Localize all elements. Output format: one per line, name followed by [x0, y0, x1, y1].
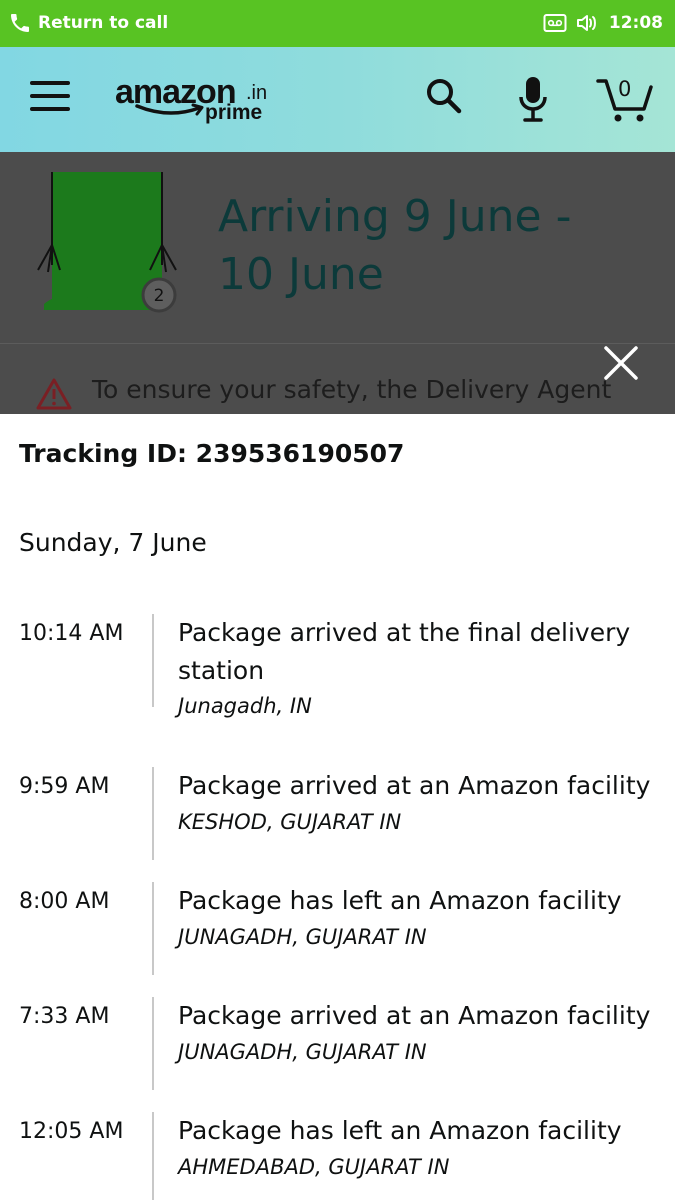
- event-time: 7:33 AM: [19, 1004, 110, 1029]
- clock: 12:08: [608, 13, 663, 33]
- tracking-event: 10:14 AM Package arrived at the final de…: [0, 614, 675, 718]
- quantity-value: 2: [154, 286, 165, 306]
- event-location: JUNAGADH, GUJARAT IN: [178, 925, 427, 949]
- status-icons: 12:08: [535, 8, 663, 38]
- event-location: AHMEDABAD, GUJARAT IN: [178, 1155, 450, 1179]
- tracking-event: 12:05 AM Package has left an Amazon faci…: [0, 1112, 675, 1200]
- return-to-call-label: Return to call: [38, 13, 169, 33]
- event-status: Package has left an Amazon facility: [178, 1116, 622, 1145]
- app-header: amazon .in prime 0: [0, 47, 675, 152]
- quantity-badge: 2: [141, 277, 177, 313]
- timeline-line: [152, 882, 154, 975]
- arriving-line-2: 10 June: [218, 249, 384, 300]
- cart-count: 0: [618, 77, 632, 101]
- status-bar: Return to call 12:08: [0, 0, 675, 47]
- phone-icon: [11, 14, 29, 32]
- safety-notice: To ensure your safety, the Delivery Agen…: [92, 375, 612, 404]
- return-to-call-button[interactable]: Return to call: [8, 8, 168, 38]
- amazon-prime-logo[interactable]: amazon .in prime: [115, 73, 275, 129]
- tracking-date: Sunday, 7 June: [19, 528, 207, 557]
- timeline-line: [152, 1112, 154, 1200]
- tracking-event: 8:00 AM Package has left an Amazon facil…: [0, 882, 675, 977]
- event-time: 8:00 AM: [19, 889, 110, 914]
- microphone-icon[interactable]: [517, 75, 549, 123]
- order-summary-overlay: Arriving 9 June - 10 June 2 To ensure yo…: [0, 152, 675, 414]
- timeline-line: [152, 767, 154, 860]
- tracking-id: Tracking ID: 239536190507: [19, 439, 405, 468]
- timeline-line: [152, 614, 154, 707]
- warning-icon: [36, 378, 72, 410]
- timeline-line: [152, 997, 154, 1090]
- tracking-details-sheet: Tracking ID: 239536190507 Sunday, 7 June…: [0, 414, 675, 1200]
- divider: [0, 343, 675, 344]
- tracking-event: 7:33 AM Package arrived at an Amazon fac…: [0, 997, 675, 1092]
- menu-icon[interactable]: [30, 81, 70, 115]
- event-status: Package arrived at an Amazon facility: [178, 771, 651, 800]
- event-location: KESHOD, GUJARAT IN: [178, 810, 402, 834]
- cart-button[interactable]: 0: [596, 75, 654, 125]
- smile-arrow-icon: [135, 103, 204, 116]
- event-location: JUNAGADH, GUJARAT IN: [178, 1040, 427, 1064]
- arriving-date: Arriving 9 June - 10 June: [218, 188, 658, 304]
- event-time: 12:05 AM: [19, 1119, 124, 1144]
- logo-prime: prime: [205, 101, 263, 124]
- close-icon[interactable]: [603, 345, 639, 381]
- event-status: Package arrived at an Amazon facility: [178, 1001, 651, 1030]
- arriving-line-1: Arriving 9 June -: [218, 191, 572, 242]
- volume-icon: [576, 15, 596, 31]
- voicemail-icon: [543, 14, 567, 32]
- event-location: Junagadh, IN: [178, 694, 312, 718]
- event-time: 10:14 AM: [19, 621, 124, 646]
- search-icon[interactable]: [425, 77, 463, 115]
- tracking-event: 9:59 AM Package arrived at an Amazon fac…: [0, 767, 675, 862]
- event-time: 9:59 AM: [19, 774, 110, 799]
- event-status: Package arrived at the final delivery st…: [178, 618, 631, 685]
- event-status: Package has left an Amazon facility: [178, 886, 622, 915]
